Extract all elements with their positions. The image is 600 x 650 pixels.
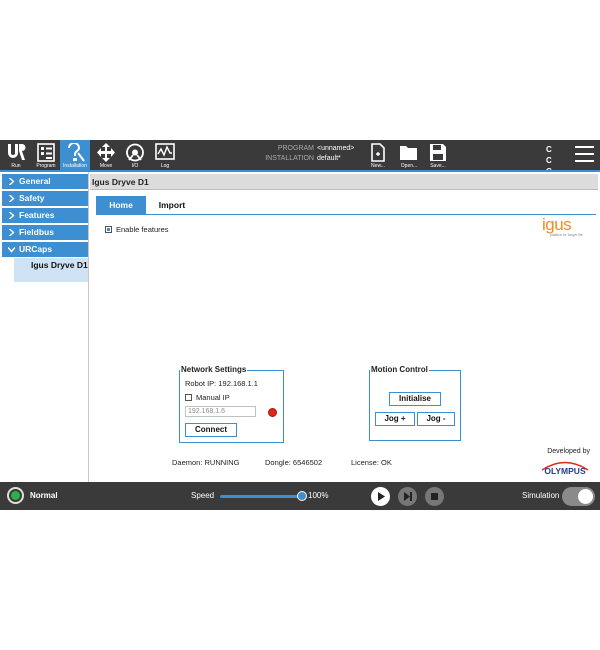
save-button[interactable]: Save... [427, 140, 449, 170]
manual-ip-label: Manual IP [196, 393, 230, 402]
dongle-status: Dongle: 6546502 [265, 458, 323, 467]
io-tab[interactable]: I/O [123, 140, 147, 170]
olympus-logo: OLYMPUS [541, 461, 589, 476]
page-title: Igus Dryve D1 [90, 174, 598, 190]
robot-ui-window: Run Program Installation Move I/O Log PR… [0, 140, 600, 510]
sidebar-item-label: Features [19, 210, 55, 220]
igus-logo-tagline: plastics for longer life [550, 233, 583, 237]
play-button[interactable] [371, 487, 390, 506]
installation-tab[interactable]: Installation [60, 140, 90, 170]
speed-label: Speed [191, 491, 215, 500]
sidebar-item-label: Fieldbus [19, 227, 54, 237]
sidebar-item-label: Safety [19, 193, 45, 203]
tab-import[interactable]: Import [146, 196, 198, 215]
manual-ip-row[interactable]: Manual IP [185, 393, 230, 402]
license-status: License: OK [351, 458, 392, 467]
igus-logo: igus plastics for longer life [542, 216, 588, 242]
save-icon [430, 144, 446, 161]
new-file-icon [371, 143, 385, 162]
sidebar-item-label: General [19, 176, 51, 186]
enable-features-checkbox[interactable] [105, 226, 112, 233]
simulation-toggle[interactable] [562, 487, 595, 506]
log-icon [155, 143, 175, 160]
initialise-button[interactable]: Initialise [389, 392, 441, 406]
installation-sidebar: General Safety Features Fieldbus URCaps … [0, 172, 89, 482]
move-label: Move [99, 163, 113, 169]
sidebar-item-fieldbus[interactable]: Fieldbus [2, 225, 88, 240]
sidebar-item-label: URCaps [19, 244, 53, 254]
program-name: <unnamed> [317, 145, 355, 152]
save-label: Save... [430, 163, 446, 169]
new-label: New... [371, 163, 385, 169]
motion-control-title: Motion Control [370, 365, 429, 374]
program-info: PROGRAM <unnamed> INSTALLATION default* [262, 144, 354, 164]
open-button[interactable]: Open... [397, 140, 421, 170]
sidebar-item-features[interactable]: Features [2, 208, 88, 223]
log-label: Log [160, 163, 170, 169]
bottom-bar: Normal Speed 100% Simulation [0, 482, 600, 510]
igus-logo-word: igus [542, 215, 572, 234]
move-tab[interactable]: Move [94, 140, 118, 170]
sidebar-item-general[interactable]: General [2, 174, 88, 189]
io-label: I/O [131, 163, 139, 169]
power-icon[interactable] [7, 487, 24, 504]
daemon-status: Daemon: RUNNING [172, 458, 240, 467]
log-tab[interactable]: Log [153, 140, 177, 170]
hamburger-menu-icon[interactable] [575, 146, 594, 162]
enable-features-label: Enable features [116, 225, 169, 234]
robot-ip-label: Robot IP: 192.168.1.1 [185, 379, 258, 388]
stop-icon [431, 493, 438, 500]
open-label: Open... [400, 163, 418, 169]
simulation-label: Simulation [522, 491, 560, 500]
speed-value: 100% [308, 491, 329, 500]
main-panel: Igus Dryve D1 Home Import Enable feature… [90, 172, 600, 482]
ur-logo-icon [8, 144, 26, 160]
speed-slider-handle[interactable] [297, 491, 307, 501]
olympus-logo-text: OLYMPUS [544, 466, 586, 476]
robot-mode-label: Normal [30, 491, 58, 500]
chevron-down-icon [8, 247, 15, 253]
io-icon [126, 143, 144, 162]
jog-minus-button[interactable]: Jog - [417, 412, 455, 426]
installation-name: default* [317, 155, 341, 162]
tab-home[interactable]: Home [96, 196, 146, 215]
program-icon [37, 143, 55, 162]
network-settings-title: Network Settings [180, 365, 248, 374]
new-button[interactable]: New... [367, 140, 389, 170]
sidebar-item-urcaps[interactable]: URCaps [2, 242, 88, 257]
run-tab[interactable]: Run [0, 140, 32, 170]
sidebar-item-safety[interactable]: Safety [2, 191, 88, 206]
program-label: Program [36, 163, 56, 169]
program-key: PROGRAM [277, 145, 314, 152]
enable-features-row[interactable]: Enable features [105, 225, 169, 235]
jog-plus-button[interactable]: Jog + [375, 412, 415, 426]
chevron-right-icon [9, 178, 15, 185]
run-label: Run [11, 163, 21, 169]
sidebar-item-igus-dryve[interactable]: Igus Dryve D1 [14, 258, 88, 282]
installation-key: INSTALLATION [265, 155, 314, 162]
stop-button[interactable] [425, 487, 444, 506]
network-settings-group: Network Settings Robot IP: 192.168.1.1 M… [179, 365, 284, 443]
connection-status-indicator [268, 408, 277, 417]
step-button[interactable] [398, 487, 417, 506]
ip-address-input[interactable]: 192.168.1.6 [185, 406, 256, 417]
chevron-right-icon [9, 212, 15, 219]
installation-label: Installation [63, 163, 87, 169]
step-icon [404, 492, 412, 501]
developed-by-label: Developed by [547, 448, 590, 455]
installation-icon [68, 143, 85, 162]
connect-button[interactable]: Connect [185, 423, 237, 437]
tab-underline [96, 214, 596, 215]
chevron-right-icon [9, 229, 15, 236]
open-folder-icon [400, 146, 417, 160]
top-bar: Run Program Installation Move I/O Log PR… [0, 140, 600, 187]
speed-slider-track[interactable] [220, 495, 302, 498]
play-icon [378, 492, 385, 501]
move-icon [97, 143, 115, 162]
chevron-right-icon [9, 195, 15, 202]
manual-ip-checkbox[interactable] [185, 394, 192, 401]
motion-control-group: Motion Control Initialise Jog + Jog - [369, 365, 461, 441]
program-tab[interactable]: Program [32, 140, 60, 170]
